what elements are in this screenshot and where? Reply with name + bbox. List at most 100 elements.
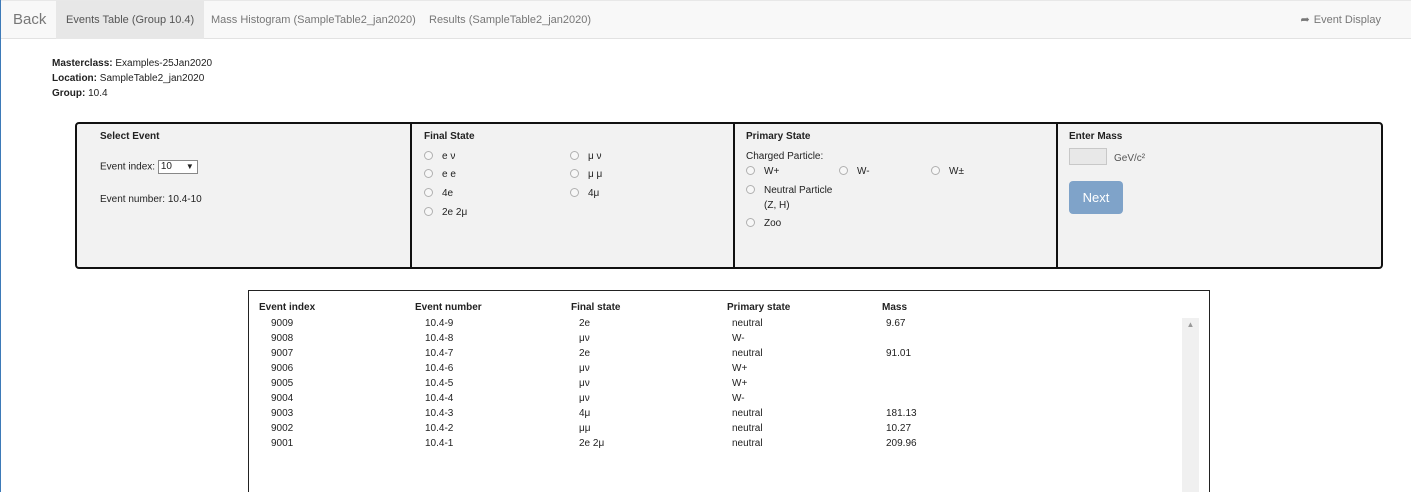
primary-state-option[interactable]: W+ (746, 165, 779, 177)
radio-button[interactable] (839, 165, 848, 175)
cell-mass: 209.96 (886, 438, 917, 449)
cell-event-index: 9003 (271, 408, 294, 419)
group-label: Group: (52, 88, 86, 99)
cell-event-index: 9007 (271, 348, 294, 359)
select-event-cell: Select Event Event index: 10 ▼ Event numb… (77, 124, 410, 267)
radio-button[interactable] (570, 187, 579, 197)
cell-final-state: μμ (579, 423, 591, 434)
final-state-option[interactable]: μ μ (570, 168, 602, 180)
scroll-up-arrow-icon[interactable]: ▲ (1182, 318, 1199, 332)
final-state-option[interactable]: μ ν (570, 150, 602, 162)
column-header: Primary state (727, 302, 791, 313)
cell-event-index: 9002 (271, 423, 294, 434)
table-row: 9002 10.4-2 μμ neutral 10.27 (249, 423, 1179, 438)
cell-primary-state: neutral (732, 318, 763, 329)
cell-final-state: μν (579, 378, 590, 389)
cell-mass: 181.13 (886, 408, 917, 419)
table-row: 9007 10.4-7 2e neutral 91.01 (249, 348, 1179, 363)
cell-primary-state: W- (732, 333, 745, 344)
primary-state-option[interactable]: Zoo (746, 217, 781, 229)
masterclass-info: Masterclass: Examples-25Jan2020 Location… (52, 56, 212, 101)
primary-state-option[interactable]: W± (931, 165, 964, 177)
column-header: Mass (882, 302, 908, 313)
events-table: Event index Event number Final state Pri… (248, 290, 1210, 492)
event-index-select[interactable]: 10 ▼ (157, 160, 198, 174)
radio-button[interactable] (746, 217, 755, 227)
final-state-cell: Final State e ν μ ν e e μ μ 4e 4μ 2e 2μ (410, 124, 733, 267)
radio-button[interactable] (424, 150, 433, 160)
cell-event-number: 10.4-6 (425, 363, 454, 374)
masterclass-value: Examples-25Jan2020 (115, 58, 213, 69)
cell-primary-state: neutral (732, 438, 763, 449)
cell-primary-state: neutral (732, 348, 763, 359)
enter-mass-title: Enter Mass (1069, 131, 1123, 142)
event-number-value: 10.4-10 (167, 194, 202, 205)
final-state-option[interactable]: 4μ (570, 187, 599, 199)
radio-button[interactable] (570, 150, 579, 160)
radio-button[interactable] (746, 165, 755, 175)
column-header: Event number (415, 302, 482, 313)
event-index-value: 10 (160, 161, 172, 172)
radio-button[interactable] (931, 165, 940, 175)
cell-mass: 9.67 (886, 318, 906, 329)
cell-primary-state: neutral (732, 423, 763, 434)
tab-events-table[interactable]: Events Table (Group 10.4) (56, 1, 205, 39)
cell-event-index: 9004 (271, 393, 294, 404)
tab-results[interactable]: Results (SampleTable2_jan2020) (419, 1, 601, 39)
table-scrollbar[interactable]: ▲ (1182, 318, 1199, 492)
enter-mass-cell: Enter Mass GeV/c² Next (1056, 124, 1381, 267)
cell-event-index: 9008 (271, 333, 294, 344)
back-link[interactable]: Back (13, 11, 46, 28)
radio-button[interactable] (424, 206, 433, 216)
mass-unit: GeV/c² (1114, 153, 1146, 164)
cell-mass: 10.27 (886, 423, 912, 434)
primary-state-option[interactable]: Neutral Particle (746, 184, 832, 196)
final-state-option[interactable]: e e (424, 168, 456, 180)
cell-primary-state: W+ (732, 363, 748, 374)
final-state-option[interactable]: e ν (424, 150, 455, 162)
primary-state-option[interactable]: W- (839, 165, 870, 177)
cell-final-state: μν (579, 333, 590, 344)
column-header: Final state (571, 302, 621, 313)
page: Back Events Table (Group 10.4) Mass Hist… (0, 0, 1411, 492)
select-event-title: Select Event (100, 131, 160, 142)
cell-primary-state: W- (732, 393, 745, 404)
cell-event-number: 10.4-4 (425, 393, 454, 404)
top-navbar: Back Events Table (Group 10.4) Mass Hist… (1, 0, 1411, 39)
table-row: 9001 10.4-1 2e 2μ neutral 209.96 (249, 438, 1179, 453)
cell-mass: 91.01 (886, 348, 912, 359)
radio-button[interactable] (424, 187, 433, 197)
cell-event-number: 10.4-1 (425, 438, 454, 449)
cell-event-number: 10.4-8 (425, 333, 454, 344)
primary-state-cell: Primary State Charged Particle: W+ W- W±… (733, 124, 1056, 267)
cell-event-index: 9005 (271, 378, 294, 389)
chevron-down-icon: ▼ (185, 162, 194, 171)
cell-final-state: μν (579, 393, 590, 404)
table-row: 9005 10.4-5 μν W+ (249, 378, 1179, 393)
mass-input[interactable] (1069, 148, 1107, 165)
charged-particle-label: Charged Particle: (746, 151, 824, 162)
cell-event-index: 9009 (271, 318, 294, 329)
final-state-option[interactable]: 2e 2μ (424, 206, 467, 218)
event-display-link[interactable]: ➦ Event Display (1301, 1, 1381, 39)
column-header: Event index (259, 302, 316, 313)
share-icon: ➦ (1300, 14, 1310, 26)
final-state-option[interactable]: 4e (424, 187, 453, 199)
event-number-label: Event number: (100, 194, 166, 205)
radio-button[interactable] (424, 168, 433, 178)
next-button[interactable]: Next (1069, 181, 1123, 214)
location-value: SampleTable2_jan2020 (99, 73, 205, 84)
cell-final-state: 2e 2μ (579, 438, 605, 449)
radio-button[interactable] (570, 168, 579, 178)
cell-final-state: 2e (579, 318, 591, 329)
cell-event-number: 10.4-9 (425, 318, 454, 329)
cell-event-number: 10.4-3 (425, 408, 454, 419)
table-row: 9006 10.4-6 μν W+ (249, 363, 1179, 378)
cell-final-state: 2e (579, 348, 591, 359)
radio-button[interactable] (746, 184, 755, 194)
location-label: Location: (52, 73, 97, 84)
cell-event-number: 10.4-2 (425, 423, 454, 434)
event-number-row: Event number: 10.4-10 (100, 194, 202, 205)
group-value: 10.4 (88, 88, 108, 99)
tab-mass-histogram[interactable]: Mass Histogram (SampleTable2_jan2020) (201, 1, 426, 39)
